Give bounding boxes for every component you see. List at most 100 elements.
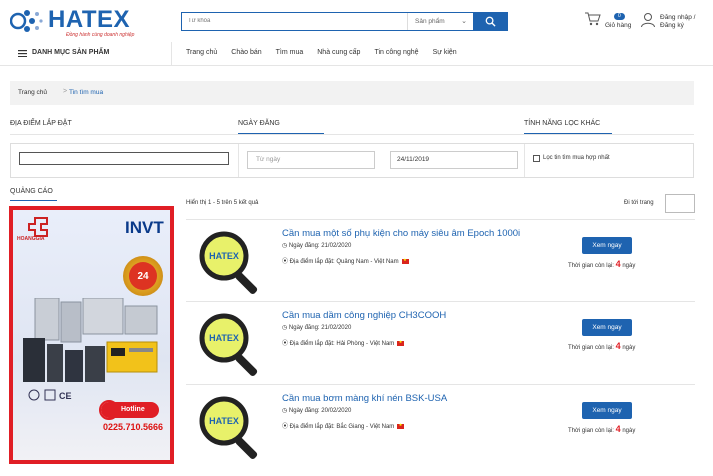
result-date: ◷ Ngày đăng: 21/02/2020 [282, 242, 351, 249]
remaining-prefix: Thời gian còn lại: [568, 345, 614, 351]
result-location-text: Địa điểm lắp đặt: Quảng Nam - Việt Nam [289, 259, 399, 265]
main-nav: DANH MỤC SẢN PHẨM Trang chủ Chào bán Tìm… [0, 42, 713, 66]
result-item: HATEX Cần mua một số phụ kiện cho máy si… [186, 219, 695, 299]
ad-warranty-badge: 24 [123, 256, 163, 296]
svg-text:HATEX: HATEX [209, 251, 239, 261]
ads-title: QUẢNG CÁO [10, 188, 57, 201]
location-pin-icon: ⦿ [282, 341, 290, 347]
date-to-input[interactable]: 24/11/2019 [390, 151, 518, 169]
date-from-input[interactable]: Từ ngày [247, 151, 375, 169]
filter-divider-1 [238, 144, 239, 177]
goto-page-input[interactable] [665, 194, 695, 213]
nav-link-buying[interactable]: Tìm mua [276, 49, 304, 56]
remaining-prefix: Thời gian còn lại: [568, 263, 614, 269]
remaining-time: Thời gian còn lại: 4 ngày [568, 424, 635, 434]
remaining-suffix: ngày [622, 428, 636, 434]
nav-link-home[interactable]: Trang chủ [186, 49, 217, 56]
breadcrumb-home[interactable]: Trang chủ [18, 89, 47, 96]
vietnam-flag-icon [401, 257, 409, 264]
vietnam-flag-icon [397, 422, 405, 429]
nav-link-suppliers[interactable]: Nhà cung cấp [317, 49, 360, 56]
result-date-text: Ngày đăng: 21/02/2020 [288, 325, 352, 331]
ad-hotline-number: 0225.710.5666 [103, 422, 164, 432]
remaining-time: Thời gian còn lại: 4 ngày [568, 259, 635, 269]
menu-icon [18, 50, 27, 57]
result-item: HATEX Cần mua bơm màng khí nén BSK-USA ◷… [186, 384, 695, 464]
calendar-icon: ◷ [282, 408, 289, 414]
ad-badge-number: 24 [129, 262, 157, 290]
cart-button[interactable]: 0 Giỏ hàng [584, 12, 634, 32]
result-location: ⦿ Địa điểm lắp đặt: Bắc Giang - Việt Nam [282, 421, 405, 430]
search-category-select[interactable]: Sản phẩm ⌄ [407, 13, 473, 30]
search-button[interactable] [473, 13, 507, 30]
search-category-label: Sản phẩm [415, 18, 445, 25]
svg-text:HATEX: HATEX [209, 416, 239, 426]
result-title[interactable]: Cần mua bơm màng khí nén BSK-USA [282, 393, 447, 404]
calendar-icon: ◷ [282, 325, 289, 331]
cart-icon [585, 12, 601, 26]
search-input[interactable] [182, 13, 407, 30]
remaining-days: 4 [615, 424, 621, 434]
goto-page-label: Đi tới trang [624, 200, 654, 206]
remaining-suffix: ngày [622, 263, 636, 269]
remaining-days: 4 [615, 341, 621, 351]
remaining-suffix: ngày [622, 345, 636, 351]
chevron-down-icon: ⌄ [461, 18, 467, 25]
result-location-text: Địa điểm lắp đặt: Hải Phòng - Việt Nam [289, 341, 395, 347]
filter-tab-other[interactable]: TÍNH NĂNG LỌC KHÁC [524, 120, 612, 134]
cart-count-badge: 0 [614, 13, 625, 20]
category-menu-button[interactable]: DANH MỤC SẢN PHẨM [0, 42, 172, 66]
merged-filter-label: Lọc tin tìm mua hợp nhất [543, 155, 610, 161]
vietnam-flag-icon [397, 339, 405, 346]
ad-cert-logos: CE [28, 389, 72, 401]
breadcrumb: Trang chủ > Tin tìm mua [10, 81, 694, 105]
login-register-label: Đăng nhập / Đăng ký [660, 14, 696, 29]
category-menu-label: DANH MỤC SẢN PHẨM [32, 49, 110, 56]
location-input[interactable] [19, 152, 229, 165]
filter-tab-location[interactable]: ĐỊA ĐIỂM LẮP ĐẶT [10, 120, 220, 134]
nav-link-tech-news[interactable]: Tin công nghệ [374, 49, 418, 56]
magnifier-thumbnail-icon: HATEX [199, 396, 258, 459]
filter-tab-date[interactable]: NGÀY ĐĂNG [238, 120, 324, 134]
result-item: HATEX Cần mua dầm công nghiệp CH3COOH ◷ … [186, 301, 695, 381]
result-date-text: Ngày đăng: 21/02/2020 [288, 243, 352, 249]
view-now-button[interactable]: Xem ngay [582, 319, 632, 336]
magnifier-thumbnail-icon: HATEX [199, 231, 258, 294]
filter-panel: Từ ngày 24/11/2019 Lọc tin tìm mua hợp n… [10, 143, 694, 178]
hatex-logo-icon [10, 10, 43, 32]
breadcrumb-separator: > [63, 88, 68, 95]
login-register-link[interactable]: Đăng nhập / Đăng ký [640, 12, 710, 34]
nav-links: Trang chủ Chào bán Tìm mua Nhà cung cấp … [186, 49, 471, 56]
ad-banner[interactable]: HOANGGIA INVT 24 CE Hotline 0225.710.566… [9, 206, 174, 464]
calendar-icon: ◷ [282, 243, 289, 249]
cart-label: Giỏ hàng [605, 22, 632, 29]
ad-hotline-label: Hotline [101, 402, 159, 418]
result-date-text: Ngày đăng: 20/02/2020 [288, 408, 352, 414]
svg-text:HATEX: HATEX [209, 333, 239, 343]
site-logo[interactable]: HATEX Đồng hành cùng doanh nghiệp [10, 6, 160, 38]
merged-filter-checkbox[interactable] [533, 155, 540, 162]
nav-link-events[interactable]: Sự kiện [433, 49, 457, 56]
remaining-prefix: Thời gian còn lại: [568, 428, 614, 434]
search-icon [485, 16, 496, 27]
ad-brand-left: HOANGGIA [17, 236, 45, 242]
result-location: ⦿ Địa điểm lắp đặt: Hải Phòng - Việt Nam [282, 338, 405, 347]
breadcrumb-current[interactable]: Tin tìm mua [69, 89, 103, 96]
result-date: ◷ Ngày đăng: 21/02/2020 [282, 324, 351, 331]
ad-brand-right: INVT [125, 218, 164, 237]
results-summary: Hiển thị 1 - 5 trên 5 kết quả [186, 200, 259, 206]
result-title[interactable]: Cần mua dầm công nghiệp CH3COOH [282, 310, 446, 321]
result-title[interactable]: Cần mua một số phụ kiện cho máy siêu âm … [282, 228, 520, 239]
filter-divider-2 [524, 144, 525, 177]
remaining-days: 4 [615, 259, 621, 269]
nav-link-offers[interactable]: Chào bán [231, 49, 261, 56]
site-header: HATEX Đồng hành cùng doanh nghiệp Sản ph… [0, 0, 713, 42]
magnifier-thumbnail-icon: HATEX [199, 313, 258, 376]
remaining-time: Thời gian còn lại: 4 ngày [568, 341, 635, 351]
view-now-button[interactable]: Xem ngay [582, 402, 632, 419]
logo-slogan: Đồng hành cùng doanh nghiệp [66, 32, 135, 38]
view-now-button[interactable]: Xem ngay [582, 237, 632, 254]
location-pin-icon: ⦿ [282, 259, 290, 265]
filter-divider [10, 134, 694, 135]
result-date: ◷ Ngày đăng: 20/02/2020 [282, 407, 351, 414]
